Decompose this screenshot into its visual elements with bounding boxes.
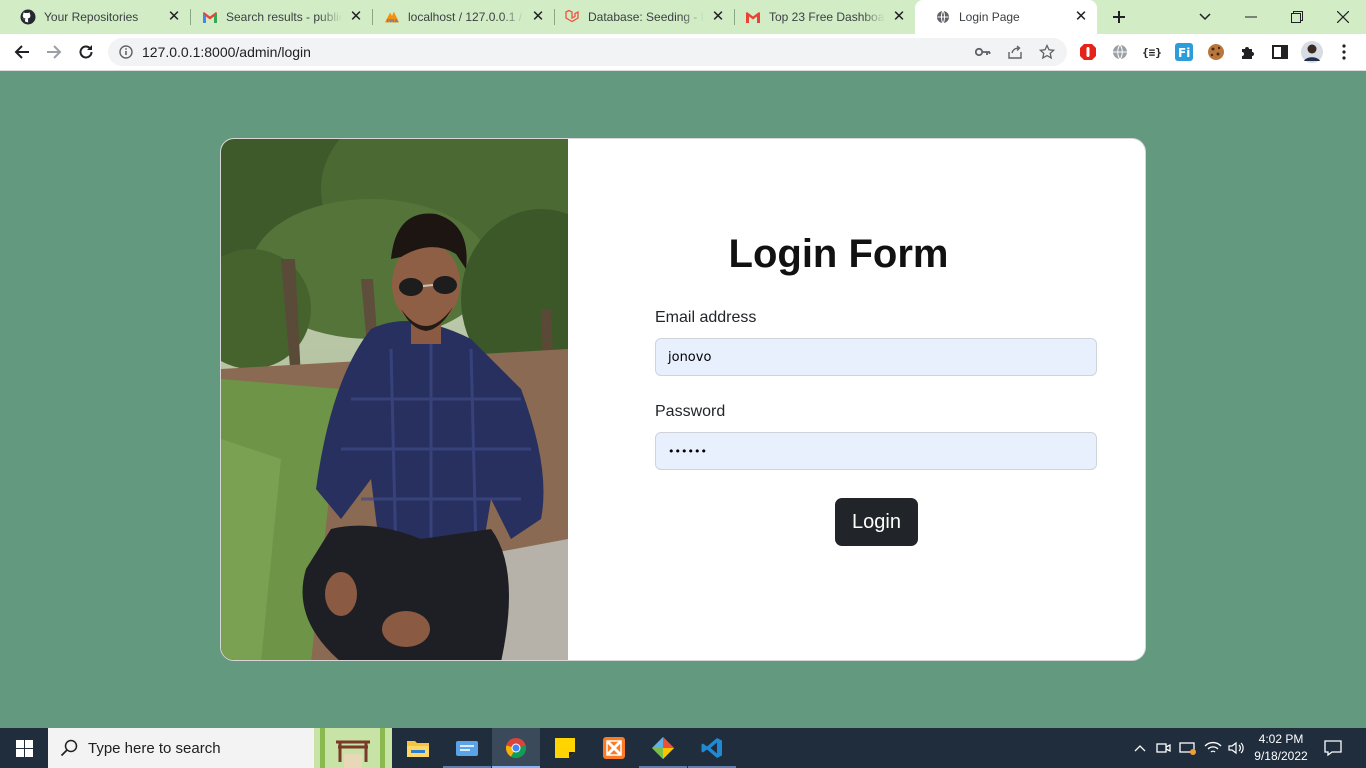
email-field[interactable]: jonovo — [655, 338, 1097, 376]
minimize-window-button[interactable] — [1239, 5, 1263, 29]
password-value: •••••• — [668, 444, 707, 458]
close-window-button[interactable] — [1331, 5, 1355, 29]
email-value: jonovo — [668, 349, 712, 365]
search-highlight-image — [314, 728, 392, 768]
profile-photo — [221, 139, 568, 660]
back-button[interactable] — [8, 38, 36, 66]
close-tab-icon[interactable]: ✕ — [710, 9, 726, 25]
tab-your-repositories[interactable]: Your Repositories ✕ — [0, 0, 190, 34]
site-info-icon[interactable] — [118, 44, 134, 60]
tab-title: Login Page — [959, 10, 1020, 24]
side-panel-icon[interactable] — [1271, 43, 1289, 61]
password-field[interactable]: •••••• — [655, 432, 1097, 470]
url-text[interactable]: 127.0.0.1:8000/admin/login — [142, 44, 311, 60]
system-clock[interactable]: 4:02 PM 9/18/2022 — [1244, 731, 1318, 765]
vscode-icon[interactable] — [688, 728, 736, 768]
tab-title: Database: Seeding - L — [588, 10, 704, 24]
battery-notification-icon[interactable] — [1178, 728, 1198, 768]
tab-laravel-seeding[interactable]: Database: Seeding - L ✕ — [544, 0, 734, 34]
tab-login-page[interactable]: Login Page ✕ — [915, 0, 1097, 34]
close-tab-icon[interactable]: ✕ — [348, 9, 364, 25]
wifi-icon[interactable] — [1202, 728, 1224, 768]
clock-time: 4:02 PM — [1258, 732, 1304, 746]
globe-extension-icon[interactable] — [1111, 43, 1129, 61]
sticky-notes-icon[interactable] — [541, 728, 589, 768]
adblock-extension-icon[interactable] — [1079, 43, 1097, 61]
profile-avatar[interactable] — [1301, 41, 1323, 63]
tab-top-dashboards[interactable]: Top 23 Free Dashboar ✕ — [725, 0, 915, 34]
browser-tab-strip: Your Repositories ✕ Search results - pub… — [0, 0, 1366, 34]
new-tab-button[interactable] — [1107, 5, 1131, 29]
git-icon[interactable] — [639, 728, 687, 768]
email-label: Email address — [655, 309, 757, 326]
github-icon — [20, 9, 36, 25]
cookie-icon[interactable] — [1207, 43, 1225, 61]
meet-now-icon[interactable] — [1154, 728, 1174, 768]
tab-search-results[interactable]: Search results - public ✕ — [182, 0, 372, 34]
show-hidden-icons-chevron-icon[interactable] — [1130, 728, 1150, 768]
bookmark-star-icon[interactable] — [1039, 44, 1055, 60]
svg-text:Fi: Fi — [1178, 46, 1190, 60]
globe-icon — [935, 9, 951, 25]
phpmyadmin-icon: PMA — [384, 9, 400, 25]
password-label: Password — [655, 403, 726, 420]
gmail-icon — [202, 9, 218, 25]
share-icon[interactable] — [1007, 44, 1023, 60]
laravel-icon — [564, 9, 580, 25]
taskbar-search-input[interactable]: Type here to search — [48, 728, 392, 768]
json-formatter-icon[interactable]: {≡} — [1142, 43, 1162, 61]
tab-phpmyadmin[interactable]: PMA localhost / 127.0.0.1 / ✕ — [364, 0, 554, 34]
tab-search-chevron-icon[interactable] — [1193, 5, 1217, 29]
browser-menu-icon[interactable] — [1335, 43, 1353, 61]
file-explorer-icon[interactable] — [394, 728, 442, 768]
tab-title: localhost / 127.0.0.1 / — [408, 10, 523, 24]
gmail-icon — [745, 9, 761, 25]
browser-toolbar: 127.0.0.1:8000/admin/login {≡} Fi — [0, 34, 1366, 71]
forward-button[interactable] — [40, 38, 68, 66]
close-tab-icon[interactable]: ✕ — [891, 9, 907, 25]
tab-title: Your Repositories — [44, 10, 139, 24]
xampp-icon[interactable] — [590, 728, 638, 768]
search-icon — [60, 739, 78, 762]
form-title: Login Form — [728, 232, 949, 276]
address-bar[interactable]: 127.0.0.1:8000/admin/login — [108, 38, 1067, 66]
search-placeholder: Type here to search — [88, 740, 221, 757]
reload-button[interactable] — [72, 38, 100, 66]
restore-window-button[interactable] — [1285, 5, 1309, 29]
login-form: Login Form Email address jonovo Password… — [568, 139, 1145, 660]
tab-title: Top 23 Free Dashboar — [769, 10, 885, 24]
svg-text:PMA: PMA — [387, 18, 399, 24]
close-tab-icon[interactable]: ✕ — [1073, 9, 1089, 25]
clock-date: 9/18/2022 — [1254, 749, 1308, 763]
notes-icon[interactable] — [443, 728, 491, 768]
extensions-puzzle-icon[interactable] — [1239, 43, 1257, 61]
login-card: Login Form Email address jonovo Password… — [220, 138, 1146, 661]
close-tab-icon[interactable]: ✕ — [166, 9, 182, 25]
font-identifier-icon[interactable]: Fi — [1175, 43, 1193, 61]
windows-start-icon[interactable] — [0, 728, 48, 768]
windows-taskbar: Type here to search 4:02 PM 9/18/2022 — [0, 728, 1366, 768]
chrome-icon[interactable] — [492, 728, 540, 768]
key-icon[interactable] — [975, 44, 991, 60]
tab-title: Search results - public — [226, 10, 342, 24]
notifications-icon[interactable] — [1320, 728, 1346, 768]
login-button[interactable]: Login — [835, 498, 918, 546]
